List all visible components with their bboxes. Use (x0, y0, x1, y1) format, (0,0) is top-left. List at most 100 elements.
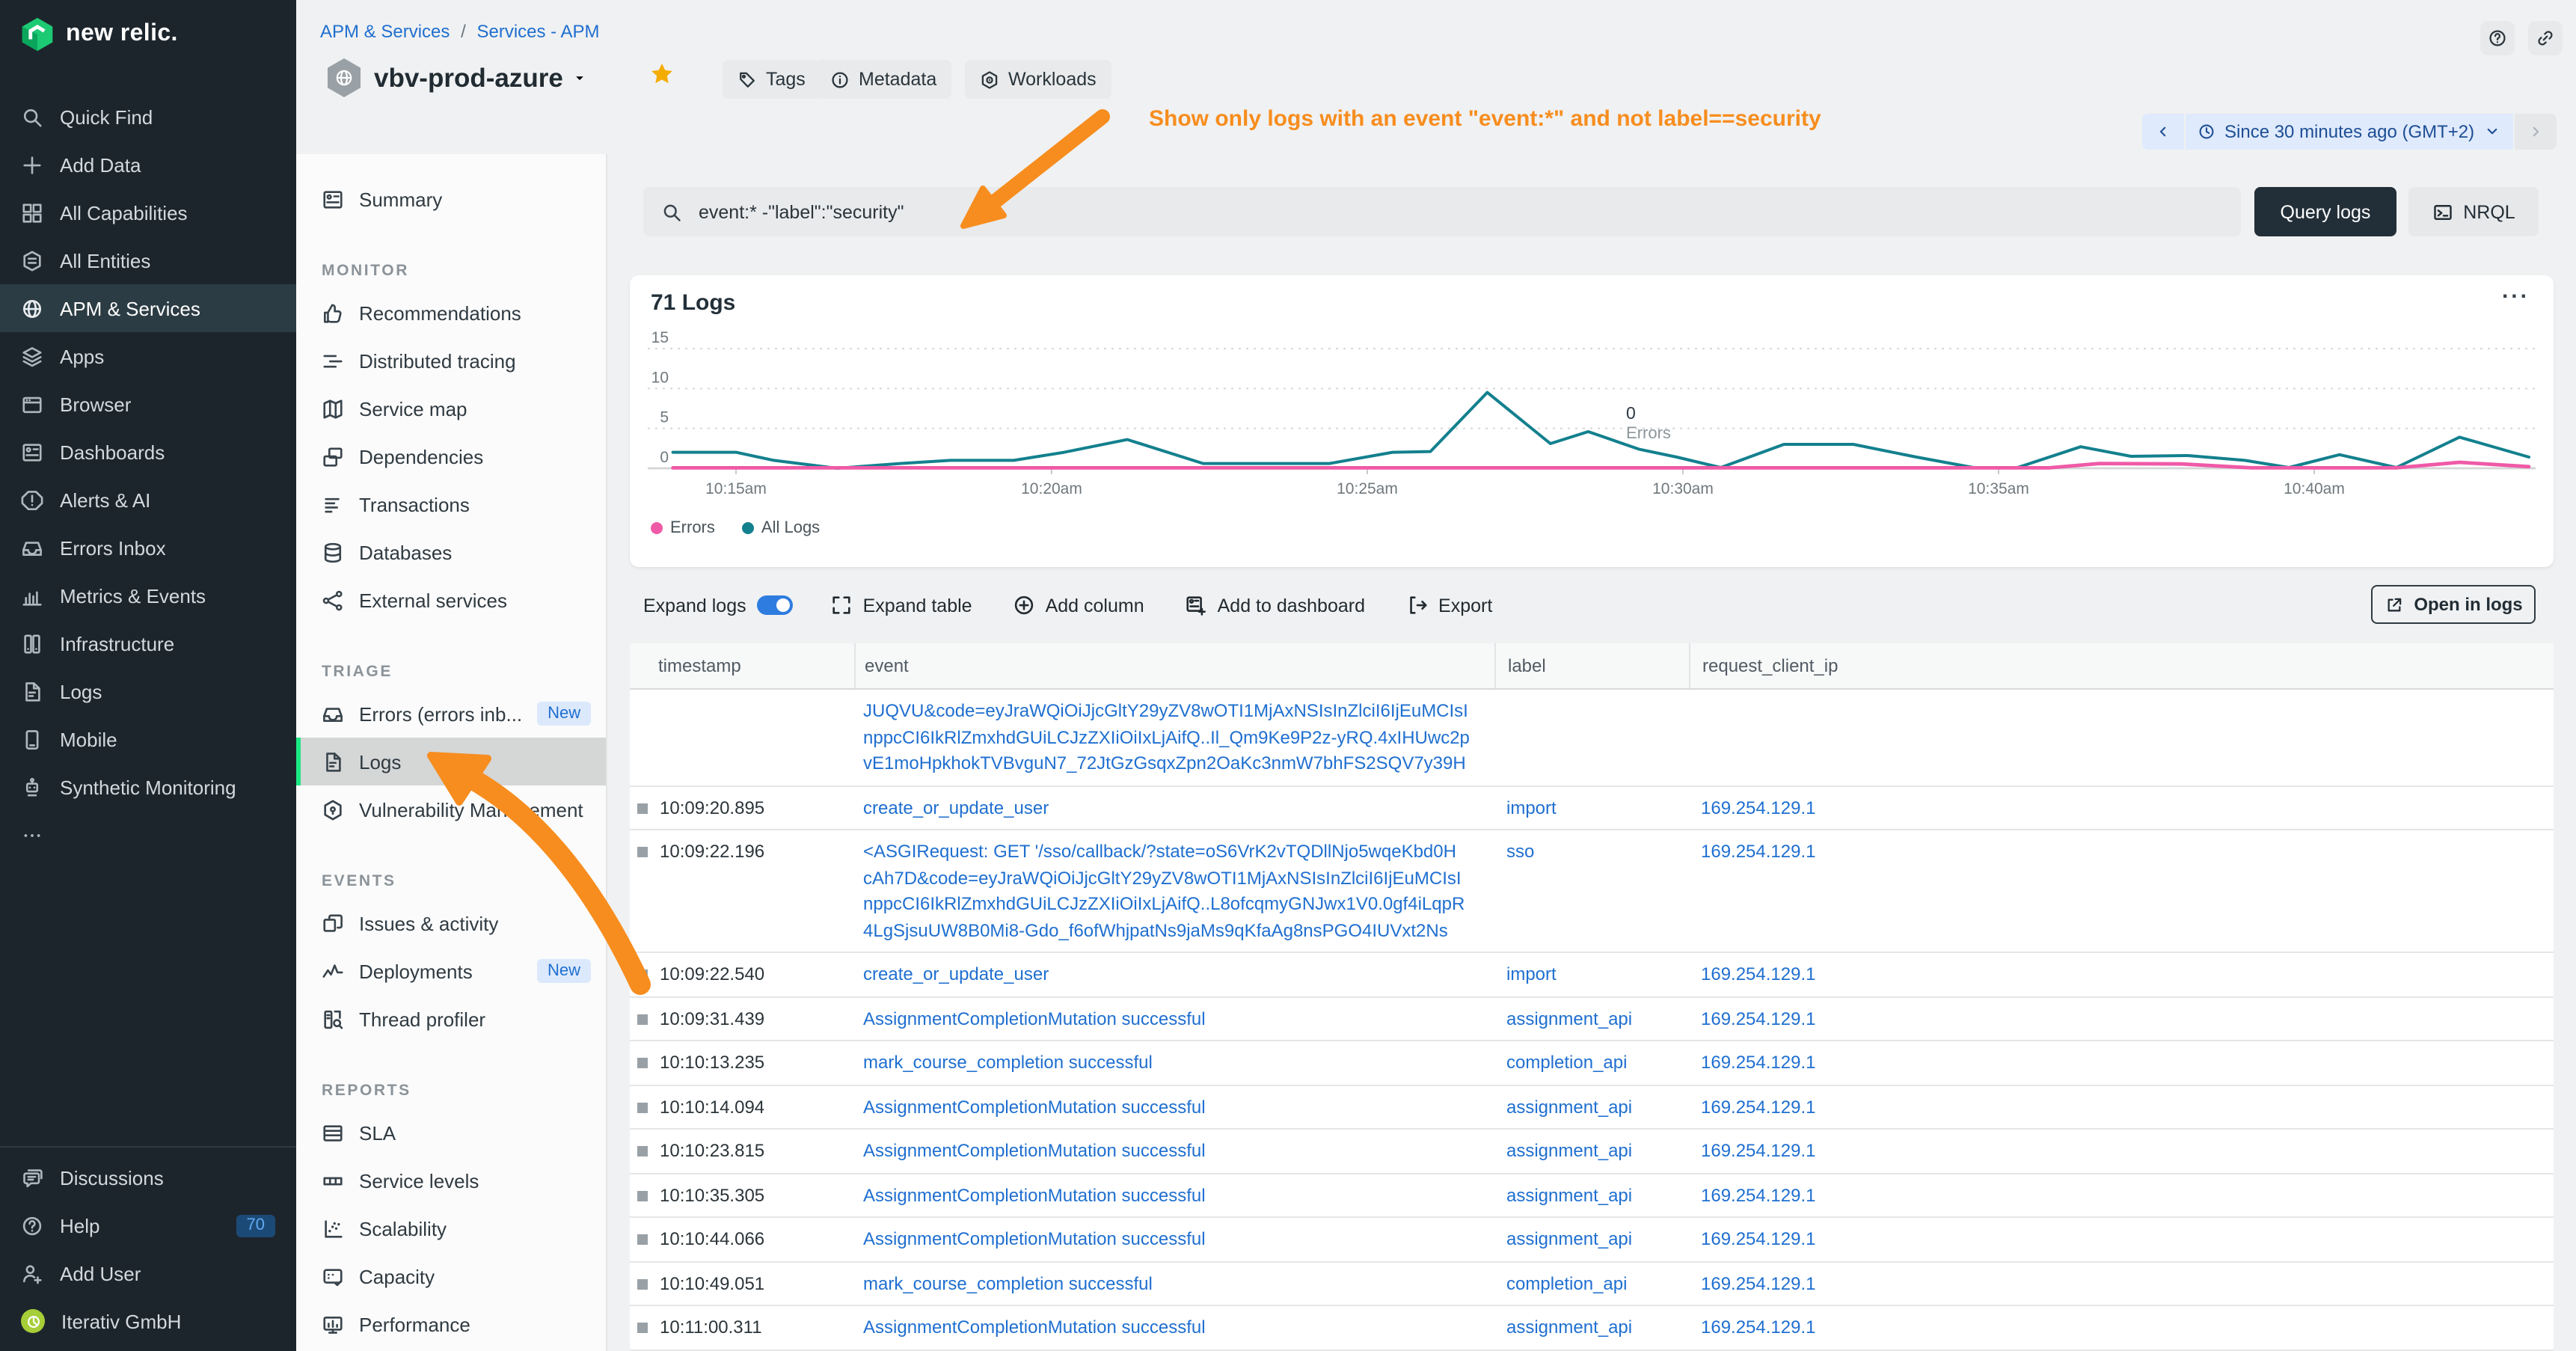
entity-caret-icon[interactable] (572, 70, 589, 87)
log-label-link[interactable]: assignment_api (1506, 1140, 1632, 1161)
column-header-timestamp[interactable]: timestamp (630, 643, 854, 688)
export-button[interactable]: Export (1405, 594, 1492, 616)
time-range-next[interactable] (2515, 114, 2557, 150)
subnav-item-distributed-tracing[interactable]: Distributed tracing (296, 337, 606, 385)
subnav-item-scalability[interactable]: Scalability (296, 1204, 606, 1252)
log-request-client-ip-link[interactable]: 169.254.129.1 (1701, 1096, 1816, 1117)
log-row[interactable]: 10:11:00.311AssignmentCompletionMutation… (630, 1306, 2554, 1350)
query-logs-button[interactable]: Query logs (2254, 187, 2396, 236)
sidebar-item-dashboards[interactable]: Dashboards (0, 428, 296, 476)
add-column-button[interactable]: Add column (1013, 594, 1144, 616)
log-label-link[interactable]: import (1506, 797, 1557, 818)
expand-table-button[interactable]: Expand table (830, 594, 972, 616)
log-row[interactable]: 10:10:14.094AssignmentCompletionMutation… (630, 1085, 2554, 1130)
sidebar-item-infrastructure[interactable]: Infrastructure (0, 619, 296, 667)
log-event-link[interactable]: mark_course_completion successful (863, 1050, 1494, 1076)
log-event-link[interactable]: <ASGIRequest: GET '/sso/callback/?state=… (863, 839, 1494, 866)
sidebar-item-quick-find[interactable]: Quick Find (0, 93, 296, 141)
expand-logs-toggle[interactable] (757, 595, 793, 615)
log-event-link[interactable]: AssignmentCompletionMutation successful (863, 1094, 1494, 1121)
legend-all-logs[interactable]: All Logs (742, 519, 820, 537)
time-range-previous[interactable] (2142, 114, 2184, 150)
sidebar-item-help[interactable]: Help70 (0, 1201, 296, 1249)
subnav-item-performance[interactable]: Performance (296, 1300, 606, 1348)
log-label-link[interactable]: assignment_api (1506, 1184, 1632, 1205)
log-event-link[interactable]: AssignmentCompletionMutation successful (863, 1315, 1494, 1341)
log-request-client-ip-link[interactable]: 169.254.129.1 (1701, 1184, 1816, 1205)
log-label-link[interactable]: assignment_api (1506, 1096, 1632, 1117)
log-label-link[interactable]: completion_api (1506, 1052, 1627, 1073)
log-event-link[interactable]: AssignmentCompletionMutation successful (863, 1139, 1494, 1165)
log-event-link[interactable]: vE1moHpkhokTVBvguN7_72JtGzGsqxZpn2OaKc3n… (863, 751, 1494, 777)
legend-errors[interactable]: Errors (651, 519, 715, 537)
metadata-button[interactable]: Metadata (815, 60, 951, 99)
log-row[interactable]: 10:10:49.051mark_course_completion succe… (630, 1262, 2554, 1306)
log-event-link[interactable]: create_or_update_user (863, 962, 1494, 988)
log-search-bar[interactable] (643, 187, 2241, 236)
sidebar-item-add-data[interactable]: Add Data (0, 141, 296, 189)
column-header-event[interactable]: event (854, 643, 1494, 688)
sidebar-item-logs[interactable]: Logs (0, 667, 296, 715)
subnav-item-capacity[interactable]: Capacity (296, 1252, 606, 1300)
log-row[interactable]: 10:10:13.235mark_course_completion succe… (630, 1041, 2554, 1085)
subnav-item-external-services[interactable]: External services (296, 576, 606, 624)
subnav-item-transactions[interactable]: Transactions (296, 480, 606, 528)
breadcrumb-apm-services[interactable]: APM & Services (320, 21, 450, 42)
log-request-client-ip-link[interactable]: 169.254.129.1 (1701, 1052, 1816, 1073)
log-event-link[interactable]: AssignmentCompletionMutation successful (863, 1227, 1494, 1253)
subnav-item-deployments[interactable]: DeploymentsNew (296, 947, 606, 995)
log-label-link[interactable]: assignment_api (1506, 1008, 1632, 1029)
log-event-link[interactable]: cAh7D&code=eyJraWQiOiJjcGltY29yZV8wOTI1M… (863, 866, 1494, 892)
log-row[interactable]: JUQVU&code=eyJraWQiOiJjcGltY29yZV8wOTI1M… (630, 690, 2554, 786)
help-button[interactable] (2480, 21, 2515, 55)
subnav-item-errors-errors-inb[interactable]: Errors (errors inb...New (296, 690, 606, 738)
log-label-link[interactable]: completion_api (1506, 1272, 1627, 1293)
clear-search-icon[interactable] (2204, 202, 2223, 221)
sidebar-item-browser[interactable]: Browser (0, 380, 296, 428)
subnav-item-thread-profiler[interactable]: Thread profiler (296, 995, 606, 1043)
sidebar-item-all-capabilities[interactable]: All Capabilities (0, 189, 296, 236)
log-event-link[interactable]: create_or_update_user (863, 795, 1494, 821)
open-in-logs-button[interactable]: Open in logs (2371, 585, 2536, 624)
remove-column-icon[interactable] (1463, 658, 1479, 674)
log-event-link[interactable]: AssignmentCompletionMutation successful (863, 1006, 1494, 1032)
log-event-link[interactable]: mark_course_completion successful (863, 1271, 1494, 1297)
remove-column-icon[interactable] (823, 658, 839, 674)
log-request-client-ip-link[interactable]: 169.254.129.1 (1701, 1008, 1816, 1029)
log-request-client-ip-link[interactable]: 169.254.129.1 (1701, 797, 1816, 818)
new-relic-logo[interactable]: new relic. (19, 16, 178, 52)
log-row[interactable]: 10:10:23.815AssignmentCompletionMutation… (630, 1130, 2554, 1174)
log-request-client-ip-link[interactable]: 169.254.129.1 (1701, 1272, 1816, 1293)
log-event-link[interactable]: 4LgSjsuUW8B0Mi8-Gdo_f6ofWhjpatNs9jaMs9qK… (863, 918, 1494, 944)
log-row[interactable]: 10:09:20.895create_or_update_userimport1… (630, 786, 2554, 830)
log-label-link[interactable]: import (1506, 964, 1557, 984)
subnav-item-dependencies[interactable]: Dependencies (296, 432, 606, 480)
sidebar-item-more[interactable] (0, 811, 296, 859)
sidebar-item-iterativ-gmbh[interactable]: Iterativ GmbH (0, 1297, 296, 1345)
subnav-item-databases[interactable]: Databases (296, 528, 606, 576)
log-event-link[interactable]: nppcCI6IkRlZmxhdGUiLCJzZXIiOiIxLjAifQ..I… (863, 725, 1494, 751)
subnav-item-logs[interactable]: Logs (296, 738, 606, 785)
add-to-dashboard-button[interactable]: Add to dashboard (1185, 594, 1365, 616)
subnav-item-service-levels[interactable]: Service levels (296, 1157, 606, 1204)
sidebar-item-discussions[interactable]: Discussions (0, 1154, 296, 1201)
log-label-link[interactable]: assignment_api (1506, 1317, 1632, 1338)
time-range-selector[interactable]: Since 30 minutes ago (GMT+2) (2186, 114, 2513, 150)
sidebar-item-add-user[interactable]: Add User (0, 1249, 296, 1297)
sidebar-item-metrics-events[interactable]: Metrics & Events (0, 572, 296, 619)
entity-name[interactable]: vbv-prod-azure (374, 63, 563, 94)
subnav-item-summary[interactable]: Summary (296, 175, 606, 223)
workloads-button[interactable]: Workloads (965, 60, 1111, 99)
sidebar-item-mobile[interactable]: Mobile (0, 715, 296, 763)
log-row[interactable]: 10:09:22.540create_or_update_userimport1… (630, 953, 2554, 997)
sidebar-item-apps[interactable]: Apps (0, 332, 296, 380)
remove-column-icon[interactable] (2522, 658, 2539, 674)
log-request-client-ip-link[interactable]: 169.254.129.1 (1701, 964, 1816, 984)
log-row[interactable]: 10:10:35.305AssignmentCompletionMutation… (630, 1174, 2554, 1218)
log-label-link[interactable]: assignment_api (1506, 1228, 1632, 1249)
log-request-client-ip-link[interactable]: 169.254.129.1 (1701, 1317, 1816, 1338)
subnav-item-issues-activity[interactable]: Issues & activity (296, 899, 606, 947)
subnav-item-vulnerability-management[interactable]: Vulnerability Management (296, 785, 606, 833)
column-header-request-client-ip[interactable]: request_client_ip (1689, 643, 2554, 688)
log-row[interactable]: 10:09:31.439AssignmentCompletionMutation… (630, 997, 2554, 1041)
